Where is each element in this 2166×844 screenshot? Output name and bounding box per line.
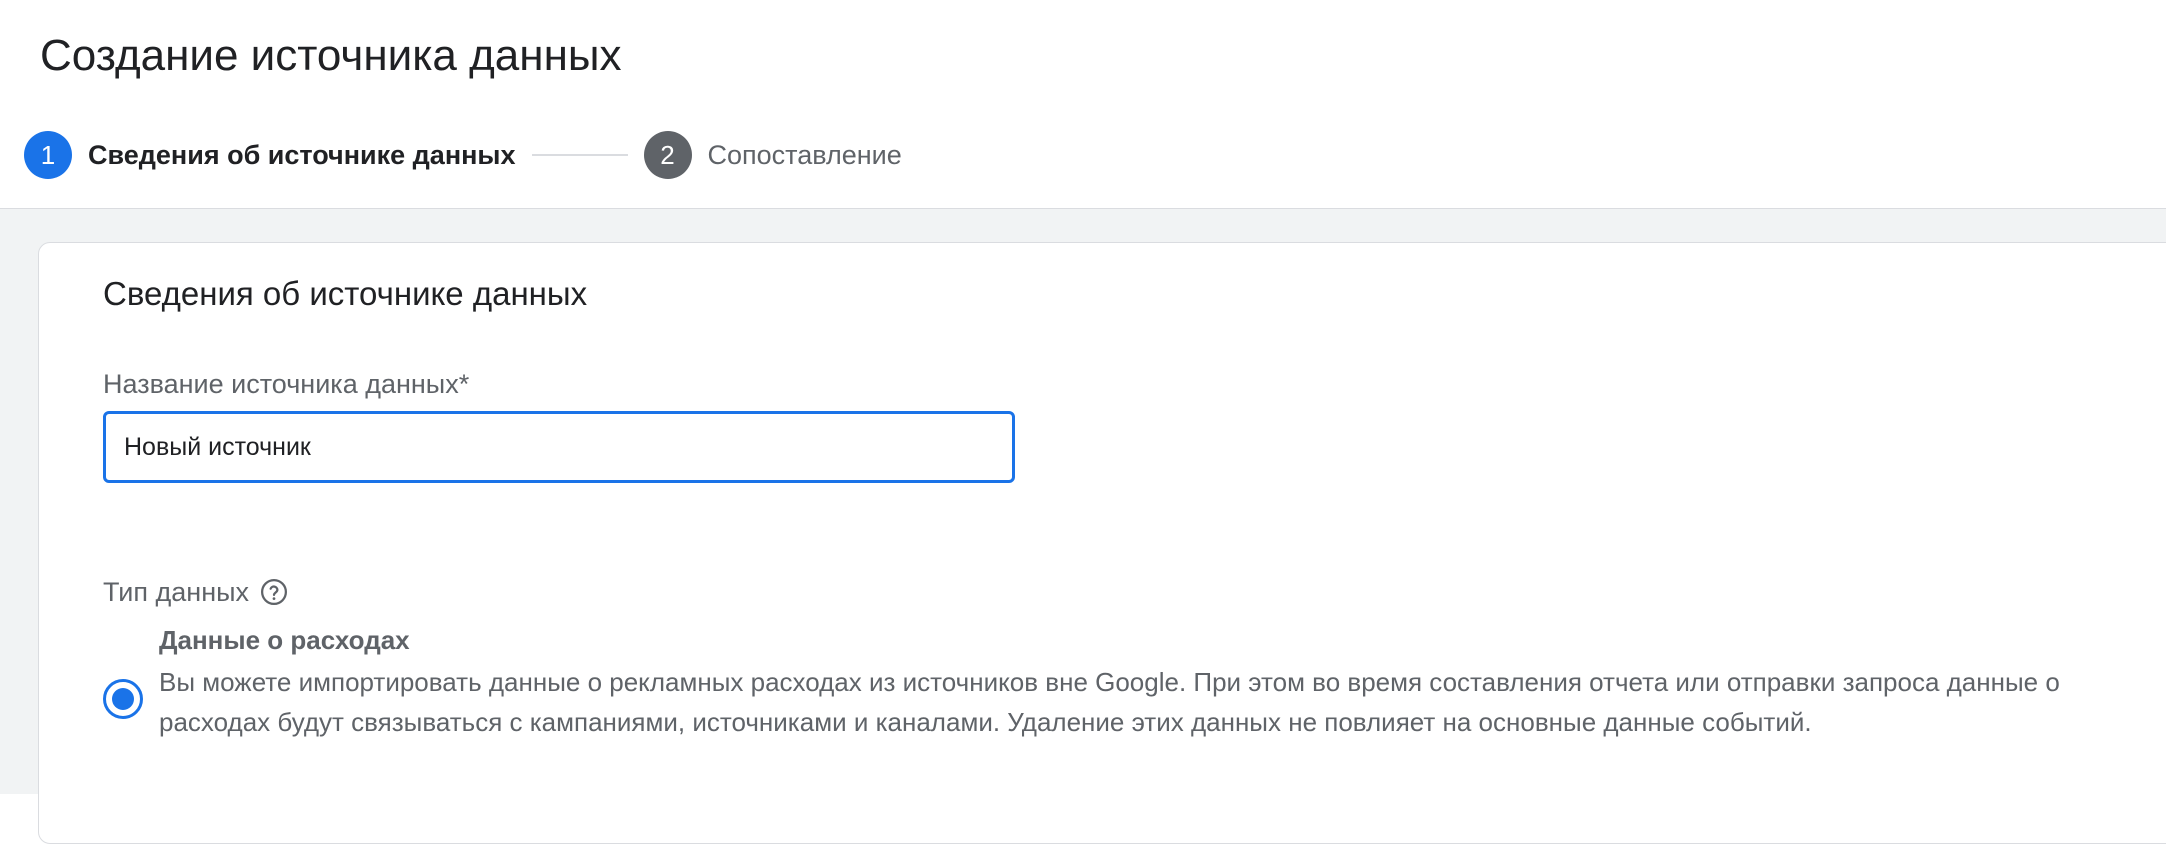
spend-data-radio[interactable]: [103, 679, 143, 719]
data-type-label-row: Тип данных: [103, 574, 289, 610]
step-1-label: Сведения об источнике данных: [88, 139, 516, 170]
radio-selected-dot: [112, 688, 134, 710]
stepper: 1 Сведения об источнике данных 2 Сопоста…: [24, 131, 902, 179]
step-1[interactable]: 1 Сведения об источнике данных: [24, 131, 516, 179]
spend-data-option-title: Данные о расходах: [159, 625, 410, 655]
data-source-name-label: Название источника данных*: [103, 369, 470, 399]
page-title: Создание источника данных: [40, 31, 622, 80]
data-type-label: Тип данных: [103, 577, 250, 607]
step-connector: [531, 154, 628, 156]
step-2[interactable]: 2 Сопоставление: [643, 131, 902, 179]
page-header: Создание источника данных 1 Сведения об …: [0, 0, 2166, 209]
details-card: [38, 242, 2166, 844]
spend-data-option-description: Вы можете импортировать данные о рекламн…: [159, 667, 2060, 737]
help-circle-icon[interactable]: [259, 577, 289, 607]
step-2-label: Сопоставление: [707, 139, 902, 170]
card-title: Сведения об источнике данных: [103, 275, 588, 312]
data-source-name-input[interactable]: [103, 411, 1015, 483]
step-1-number: 1: [24, 131, 72, 179]
step-2-number: 2: [643, 131, 692, 179]
